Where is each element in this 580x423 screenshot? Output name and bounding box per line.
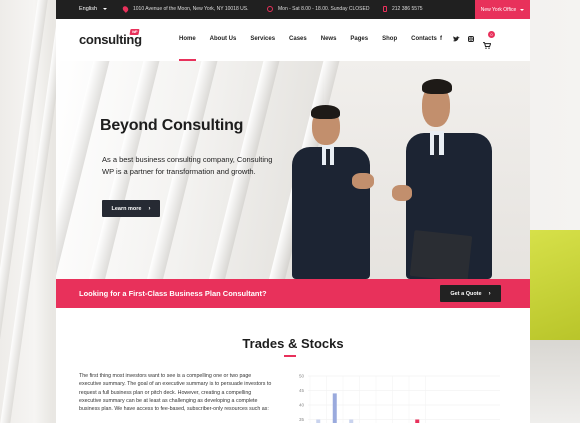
map-pin-icon — [121, 5, 130, 13]
get-a-quote-button[interactable]: Get a Quote › — [440, 285, 501, 302]
nav-item-news[interactable]: News — [321, 36, 337, 42]
cart-button[interactable]: 0 — [483, 31, 495, 49]
phone-text: 212 386 5575 — [392, 6, 423, 12]
phone-info[interactable]: 212 386 5575 — [383, 6, 423, 12]
section-description: The first thing most investors want to s… — [79, 373, 272, 413]
chart-bar — [316, 419, 321, 423]
chart-bar — [415, 419, 420, 423]
chart-y-tick-label: 40 — [299, 403, 305, 408]
backdrop-light-beam — [0, 0, 48, 423]
office-label: New York Office — [480, 6, 517, 13]
caret-down-icon — [103, 7, 108, 10]
hours-text: Mon - Sat 8.00 - 18.00. Sunday CLOSED — [278, 6, 370, 12]
caret-down-icon — [520, 8, 525, 11]
address-text: 1010 Avenue of the Moon, New York, NY 10… — [133, 6, 249, 12]
nav-item-contacts[interactable]: Contacts — [411, 36, 437, 42]
language-selector[interactable]: English — [79, 6, 108, 12]
social-links: f 0 — [438, 31, 495, 49]
arrow-right-icon: › — [148, 205, 151, 212]
nav-item-about-us[interactable]: About Us — [210, 36, 237, 42]
hero-banner: Beyond Consulting As a best business con… — [56, 61, 530, 279]
facebook-icon[interactable]: f — [438, 36, 444, 42]
chart-y-tick-label: 45 — [299, 388, 305, 393]
arrow-right-icon: › — [488, 290, 491, 297]
cta-banner: Looking for a First-Class Business Plan … — [56, 279, 530, 308]
website: English 1010 Avenue of the Moon, New Yor… — [56, 0, 530, 423]
hours-info: Mon - Sat 8.00 - 18.00. Sunday CLOSED — [267, 6, 369, 12]
backdrop-floor — [522, 340, 580, 423]
stocks-bar-chart: 50 45 40 35 — [299, 374, 500, 423]
office-selector[interactable]: New York Office — [475, 0, 530, 19]
learn-more-button[interactable]: Learn more › — [102, 200, 160, 217]
nav-item-cases[interactable]: Cases — [289, 36, 307, 42]
nav-item-shop[interactable]: Shop — [382, 36, 397, 42]
top-bar: English 1010 Avenue of the Moon, New Yor… — [56, 0, 530, 19]
get-a-quote-label: Get a Quote — [450, 290, 482, 297]
address-info: 1010 Avenue of the Moon, New York, NY 10… — [121, 5, 249, 13]
site-header: consulting WP Home About Us Services Cas… — [56, 19, 530, 61]
nav-item-pages[interactable]: Pages — [350, 36, 368, 42]
chart-y-tick-label: 50 — [299, 374, 305, 379]
cart-icon — [483, 42, 492, 49]
language-label: English — [79, 6, 98, 12]
clock-icon — [267, 6, 273, 12]
phone-icon — [383, 6, 387, 12]
chart-y-tick-label: 35 — [299, 417, 305, 422]
backdrop-chair — [522, 230, 580, 340]
section-title: Trades & Stocks — [242, 336, 344, 351]
hero-description: As a best business consulting company, C… — [102, 155, 273, 176]
nav-item-home[interactable]: Home — [179, 36, 196, 61]
site-logo[interactable]: consulting WP — [79, 29, 142, 47]
twitter-icon[interactable] — [453, 36, 460, 42]
learn-more-label: Learn more — [111, 205, 142, 212]
hero-title: Beyond Consulting — [100, 117, 244, 134]
nav-item-services[interactable]: Services — [250, 36, 275, 42]
businessman-right-image — [392, 75, 502, 279]
instagram-icon[interactable] — [468, 36, 474, 42]
title-underline — [284, 355, 296, 357]
logo-badge: WP — [129, 29, 140, 35]
chart-bar — [349, 419, 354, 423]
cart-count-badge: 0 — [488, 31, 495, 38]
chart-bar — [332, 393, 337, 423]
main-nav: Home About Us Services Cases News Pages … — [179, 36, 451, 61]
businessman-left-image — [288, 99, 378, 279]
cta-text: Looking for a First-Class Business Plan … — [79, 289, 267, 298]
